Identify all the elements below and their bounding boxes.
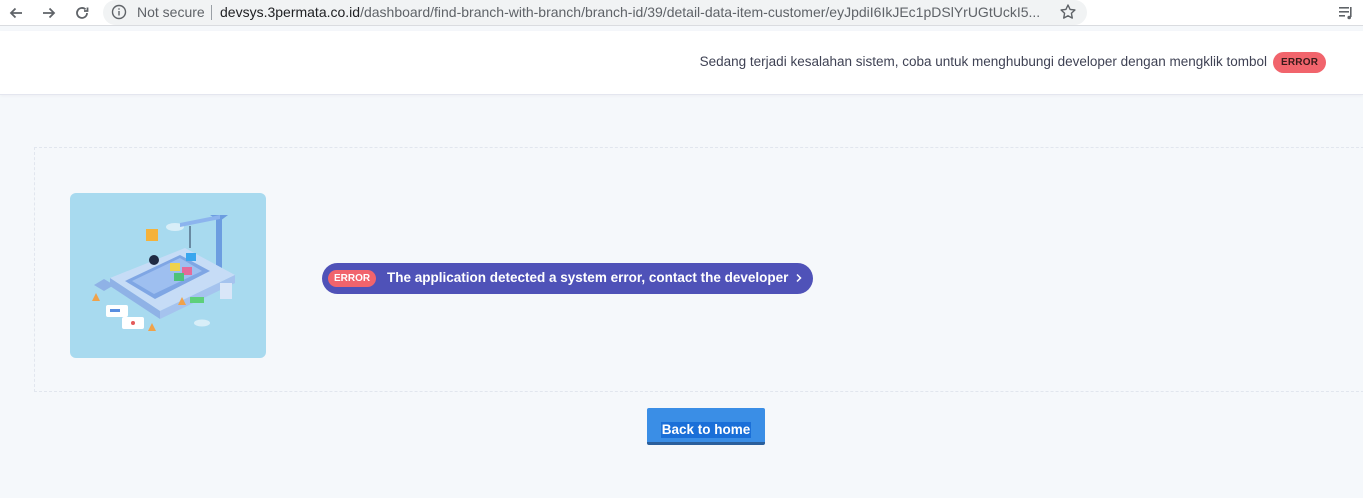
reload-icon[interactable] <box>71 2 93 24</box>
info-icon[interactable] <box>111 4 127 20</box>
error-banner[interactable]: ERROR The application detected a system … <box>322 263 813 294</box>
url-path: /dashboard/find-branch-with-branch/branc… <box>360 4 1041 20</box>
forward-arrow-icon[interactable] <box>38 2 60 24</box>
address-bar[interactable]: Not secure devsys.3permata.co.id/dashboa… <box>103 0 1087 25</box>
url-host: devsys.3permata.co.id <box>220 4 361 20</box>
app-header: Sedang terjadi kesalahan sistem, coba un… <box>0 31 1363 95</box>
browser-toolbar: Not secure devsys.3permata.co.id/dashboa… <box>0 0 1363 26</box>
chevron-right-icon <box>796 273 802 283</box>
back-to-home-label: Back to home <box>660 421 752 438</box>
error-banner-badge: ERROR <box>328 270 377 287</box>
system-error-message: Sedang terjadi kesalahan sistem, coba un… <box>699 54 1267 69</box>
back-arrow-icon[interactable] <box>5 2 27 24</box>
back-to-home-button[interactable]: Back to home <box>647 408 765 445</box>
security-label: Not secure <box>137 4 205 20</box>
error-illustration <box>70 193 266 358</box>
url-text[interactable]: devsys.3permata.co.id/dashboard/find-bra… <box>220 4 1055 20</box>
bookmark-star-icon[interactable] <box>1059 3 1077 21</box>
omnibox-divider <box>211 5 212 20</box>
error-banner-message: The application detected a system error,… <box>387 270 789 285</box>
media-menu-icon[interactable] <box>1337 4 1355 22</box>
error-badge[interactable]: ERROR <box>1273 52 1327 73</box>
